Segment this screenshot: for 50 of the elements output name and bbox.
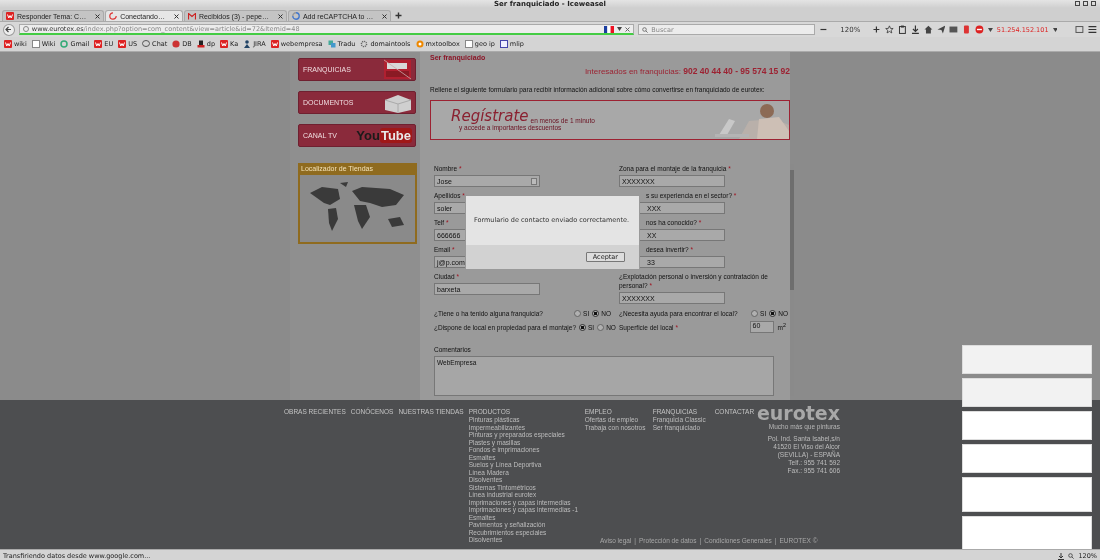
clipboard-icon[interactable] — [898, 25, 907, 34]
target-icon — [415, 40, 424, 48]
site-icon — [118, 40, 127, 48]
radio-button[interactable] — [751, 310, 759, 317]
caret-icon[interactable] — [987, 27, 993, 32]
star-icon[interactable] — [885, 25, 894, 34]
box-icon[interactable] — [949, 25, 959, 34]
send-icon[interactable] — [936, 25, 946, 34]
caret-icon[interactable] — [617, 27, 623, 31]
home-icon[interactable] — [923, 25, 933, 34]
banner-title: Regístrate — [451, 109, 529, 124]
radio-button[interactable] — [579, 323, 586, 331]
radio-button[interactable] — [592, 310, 600, 317]
footer-logo: eurotex — [756, 404, 840, 423]
recaptcha-icon — [291, 12, 300, 20]
back-button[interactable] — [3, 23, 15, 36]
person-icon — [243, 40, 252, 48]
site-icon — [4, 40, 12, 48]
search-icon[interactable] — [1068, 553, 1075, 559]
site-icon — [270, 40, 279, 48]
video-logo: YouTube — [356, 128, 412, 143]
chat-icon — [142, 40, 151, 48]
screen-icon[interactable] — [1075, 25, 1085, 34]
translate-icon — [327, 40, 336, 48]
maximize-icon[interactable] — [1083, 1, 1088, 6]
site-icon — [6, 12, 14, 20]
page-icon — [31, 40, 40, 48]
radio-button[interactable] — [597, 323, 605, 331]
page-icon — [464, 40, 473, 48]
loading-icon — [109, 12, 118, 20]
mail-icon — [187, 12, 196, 20]
minimize-icon[interactable] — [1075, 1, 1080, 6]
download-icon[interactable] — [1058, 552, 1065, 560]
hat-icon — [196, 40, 205, 48]
site-icon — [94, 40, 103, 48]
radio-button[interactable] — [769, 310, 777, 317]
adblock-icon[interactable] — [975, 25, 984, 34]
caret-icon[interactable] — [1052, 27, 1058, 32]
site-icon — [220, 40, 229, 48]
radio-button[interactable] — [574, 310, 582, 317]
download-icon[interactable] — [910, 25, 920, 34]
info-icon — [531, 177, 537, 185]
phone-icon[interactable] — [962, 25, 972, 34]
flag-icon — [604, 25, 615, 33]
menu-icon[interactable] — [1088, 25, 1097, 34]
zoom-in-icon[interactable] — [872, 25, 882, 34]
new-tab-icon[interactable] — [395, 12, 403, 19]
globe-icon — [22, 26, 29, 32]
search-icon — [642, 26, 649, 33]
contact-phones: Interesados en franquicias: 902 40 44 40 - 95 574 15 92 — [584, 66, 790, 76]
